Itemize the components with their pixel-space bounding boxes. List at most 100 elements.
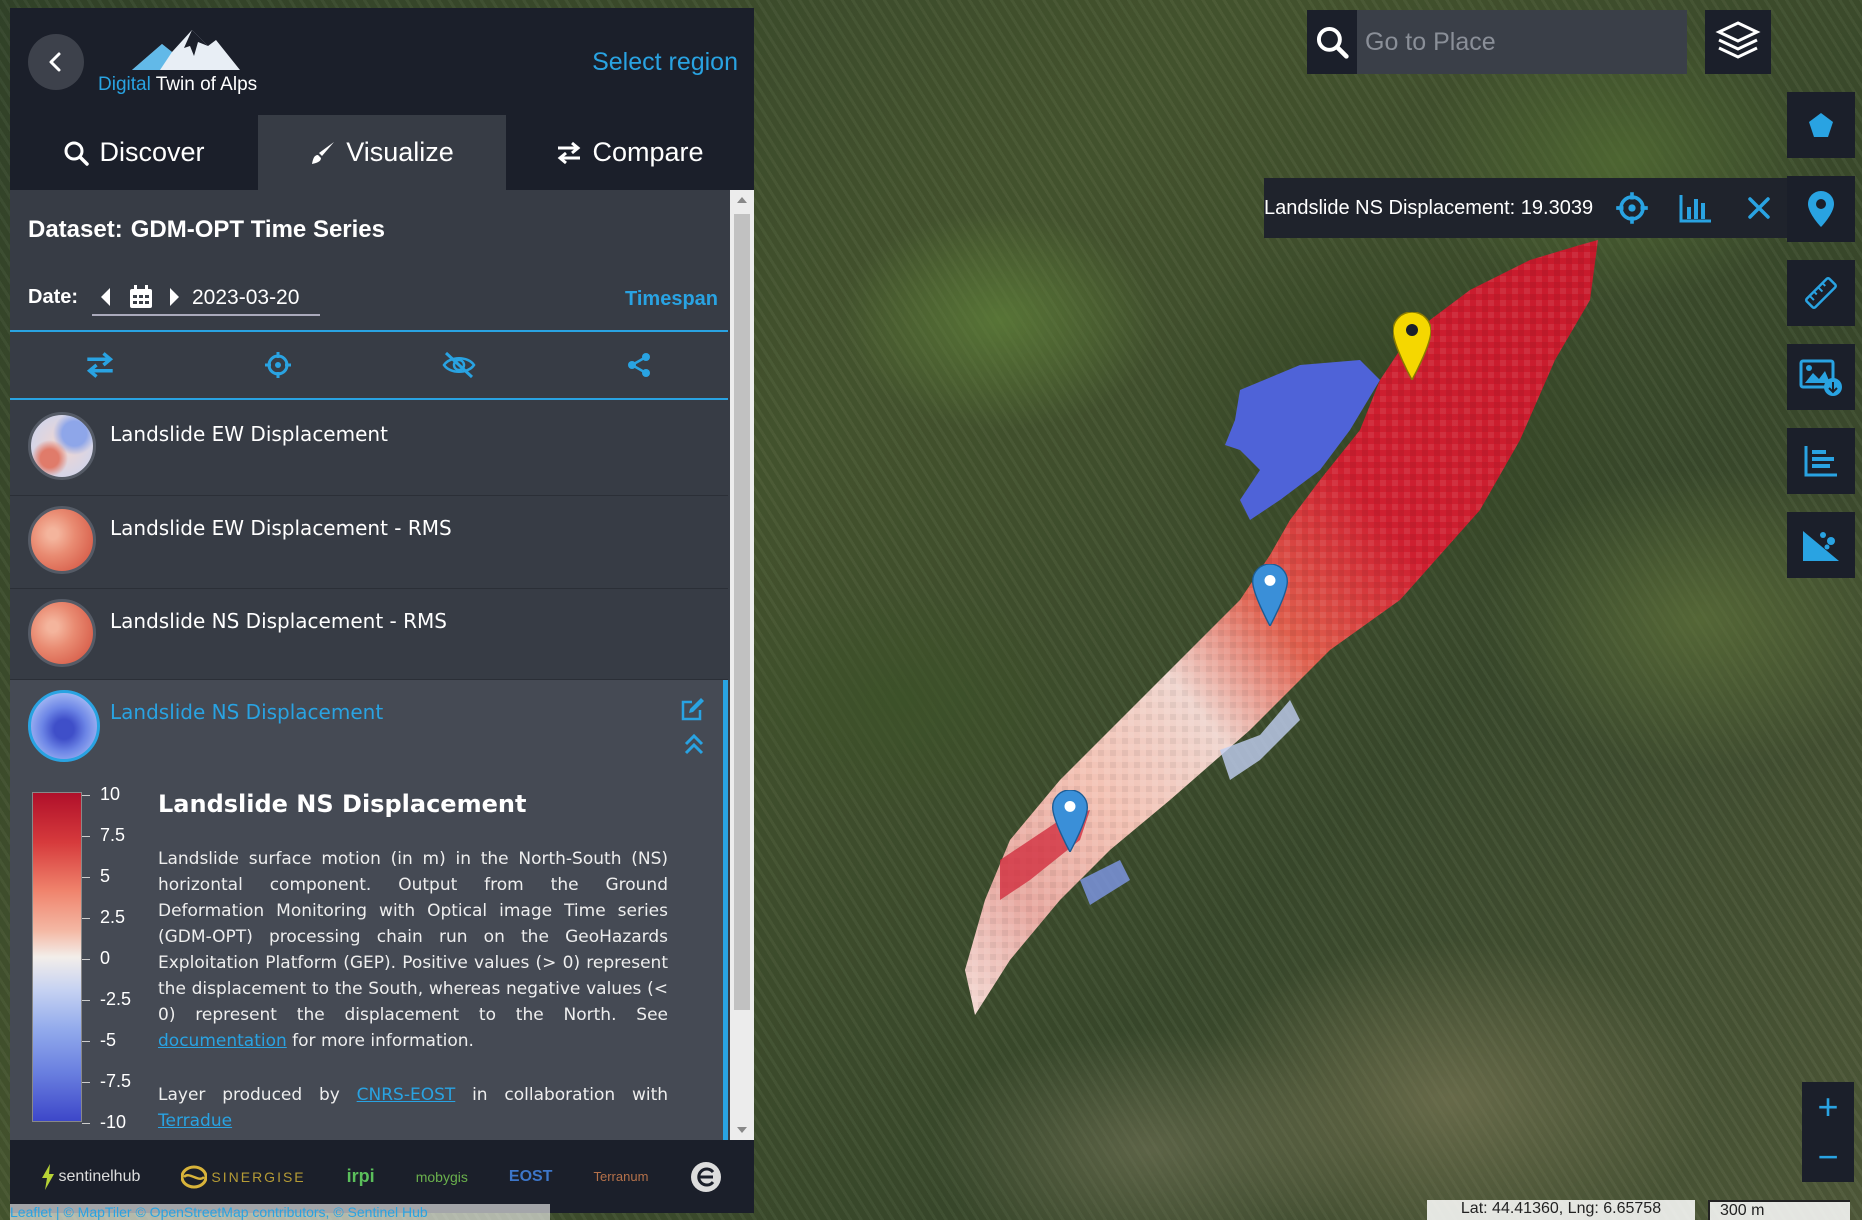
irpi-logo-text: irpi — [346, 1166, 375, 1186]
select-region-link[interactable]: Select region — [592, 48, 738, 77]
credits-mid: in collaboration with — [472, 1085, 669, 1105]
app-logo: Digital Twin of Alps — [98, 26, 278, 100]
search-button[interactable] — [1307, 10, 1357, 74]
crosshair-icon[interactable] — [264, 351, 292, 379]
side-panel: Digital Twin of Alps Select region Disco… — [10, 8, 754, 1213]
zoom-out-button[interactable]: − — [1802, 1132, 1854, 1182]
edit-icon[interactable] — [680, 696, 706, 722]
layer-credits: Layer produced by CNRS-EOST in collabora… — [158, 1082, 668, 1134]
legend-ticks: 10 7.5 5 2.5 0 -2.5 -5 -7.5 -10 — [82, 784, 142, 1132]
chart-button[interactable] — [1679, 193, 1713, 223]
legend-tick: -7.5 — [82, 1071, 131, 1092]
scroll-up-icon[interactable] — [734, 194, 750, 206]
layer-thumbnail — [28, 690, 100, 762]
search-input[interactable] — [1357, 10, 1687, 74]
layer-description: Landslide NS Displacement Landslide surf… — [158, 790, 668, 1134]
ruler-icon — [1805, 277, 1837, 309]
date-value[interactable]: 2023-03-20 — [192, 286, 299, 310]
scrollbar-thumb[interactable] — [734, 214, 750, 1010]
eost-logo[interactable]: EOST — [509, 1168, 553, 1186]
terradue-link[interactable]: Terradue — [158, 1111, 232, 1131]
measure-button[interactable] — [1787, 260, 1855, 326]
layer-thumbnail — [28, 412, 96, 480]
legend-tick: 5 — [82, 866, 110, 887]
layer-name[interactable]: Landslide NS Displacement — [110, 700, 383, 724]
layer-description-text: Landslide surface motion (in m) in the N… — [158, 846, 668, 1054]
active-indicator — [723, 680, 728, 1140]
legend-tick: 7.5 — [82, 825, 125, 846]
coordinates-readout: Lat: 44.41360, Lng: 6.65758 — [1427, 1200, 1695, 1220]
tab-visualize[interactable]: Visualize — [258, 115, 506, 190]
layer-name: Landslide EW Displacement — [110, 422, 388, 446]
center-button[interactable] — [1615, 191, 1649, 225]
panel-scrollbar[interactable] — [730, 190, 754, 1140]
date-picker[interactable]: 2023-03-20 — [92, 280, 320, 316]
add-pin-button[interactable] — [1787, 176, 1855, 242]
chevron-double-up-icon[interactable] — [682, 732, 706, 756]
dataset-name: GDM-OPT Time Series — [130, 216, 385, 243]
app-title-suffix: Twin of Alps — [155, 74, 258, 95]
partner-logos: sentinelhub SINERGISE irpi mobygis EOST … — [10, 1140, 754, 1213]
date-row: Date: 2023-03-20 Timespan — [28, 280, 718, 316]
share-icon[interactable] — [625, 351, 653, 379]
tab-compare[interactable]: Compare — [506, 115, 754, 190]
bar-chart-icon — [1679, 195, 1712, 223]
cnrs-eost-link[interactable]: CNRS-EOST — [357, 1085, 456, 1105]
timespan-button[interactable]: Timespan — [625, 288, 718, 311]
legend-tick: -2.5 — [82, 989, 131, 1010]
esa-logo[interactable] — [689, 1160, 723, 1194]
tab-discover[interactable]: Discover — [10, 115, 258, 190]
tab-compare-label: Compare — [592, 137, 704, 167]
irpi-logo[interactable]: irpi — [347, 1166, 375, 1187]
statistics-button[interactable] — [1787, 428, 1855, 494]
mobygis-logo-text: mobygis — [415, 1168, 468, 1185]
draw-polygon-button[interactable] — [1787, 92, 1855, 158]
sentinelhub-logo[interactable]: sentinelhub — [41, 1163, 141, 1190]
swap-layers-icon[interactable] — [85, 351, 115, 379]
layers-button[interactable] — [1705, 10, 1771, 74]
expanded-layer: Landslide NS Displacement 10 7.5 5 2.5 0… — [10, 680, 728, 1140]
terranum-logo[interactable]: Terranum — [593, 1169, 648, 1184]
back-button[interactable] — [28, 34, 84, 90]
sinergise-logo[interactable]: SINERGISE — [181, 1165, 305, 1189]
hide-icon[interactable] — [442, 351, 476, 379]
main-tabs: Discover Visualize Compare — [10, 115, 754, 190]
location-pin-icon — [1808, 191, 1834, 227]
legend-colorbar — [32, 792, 82, 1122]
sentinelhub-logo-text: sentinelhub — [58, 1167, 141, 1185]
location-pin-icon[interactable] — [1050, 790, 1090, 852]
app-title-prefix: Digital — [98, 74, 151, 95]
layer-item[interactable]: Landslide EW Displacement — [10, 402, 728, 496]
app-title: Digital Twin of Alps — [98, 74, 257, 96]
search-icon — [1316, 26, 1349, 59]
location-pin-icon[interactable] — [1250, 564, 1290, 626]
dataset-label: Dataset: — [28, 216, 123, 243]
location-pin-icon[interactable] — [1393, 312, 1431, 380]
search-icon — [64, 141, 90, 166]
layer-name: Landslide NS Displacement - RMS — [110, 609, 447, 633]
panel-header: Digital Twin of Alps Select region — [10, 8, 754, 115]
prev-date-icon[interactable] — [98, 284, 114, 310]
next-date-icon[interactable] — [166, 284, 182, 310]
map-attribution[interactable]: Leaflet | © MapTiler © OpenStreetMap con… — [10, 1204, 550, 1220]
zoom-in-button[interactable]: + — [1802, 1082, 1854, 1132]
mobygis-logo[interactable]: mobygis — [416, 1169, 468, 1185]
layer-name: Landslide EW Displacement - RMS — [110, 516, 452, 540]
landslide-icon — [1803, 531, 1839, 561]
dataset-row: Dataset: GDM-OPT Time Series — [28, 216, 385, 244]
terranum-logo-text: Terranum — [593, 1169, 649, 1184]
download-image-button[interactable] — [1787, 344, 1855, 410]
brush-icon — [312, 141, 335, 164]
scale-bar: 300 m — [1708, 1200, 1850, 1220]
scroll-down-icon[interactable] — [734, 1124, 750, 1136]
place-search — [1307, 10, 1687, 74]
layer-item[interactable]: Landslide NS Displacement - RMS — [10, 589, 728, 680]
tab-discover-label: Discover — [99, 137, 205, 167]
landslide-tool-button[interactable] — [1787, 512, 1855, 578]
layer-thumbnail — [28, 506, 96, 574]
close-button[interactable] — [1747, 196, 1771, 220]
polygon-icon — [1809, 113, 1833, 137]
documentation-link[interactable]: documentation — [158, 1031, 287, 1051]
calendar-icon[interactable] — [128, 284, 154, 310]
layer-item[interactable]: Landslide EW Displacement - RMS — [10, 496, 728, 589]
